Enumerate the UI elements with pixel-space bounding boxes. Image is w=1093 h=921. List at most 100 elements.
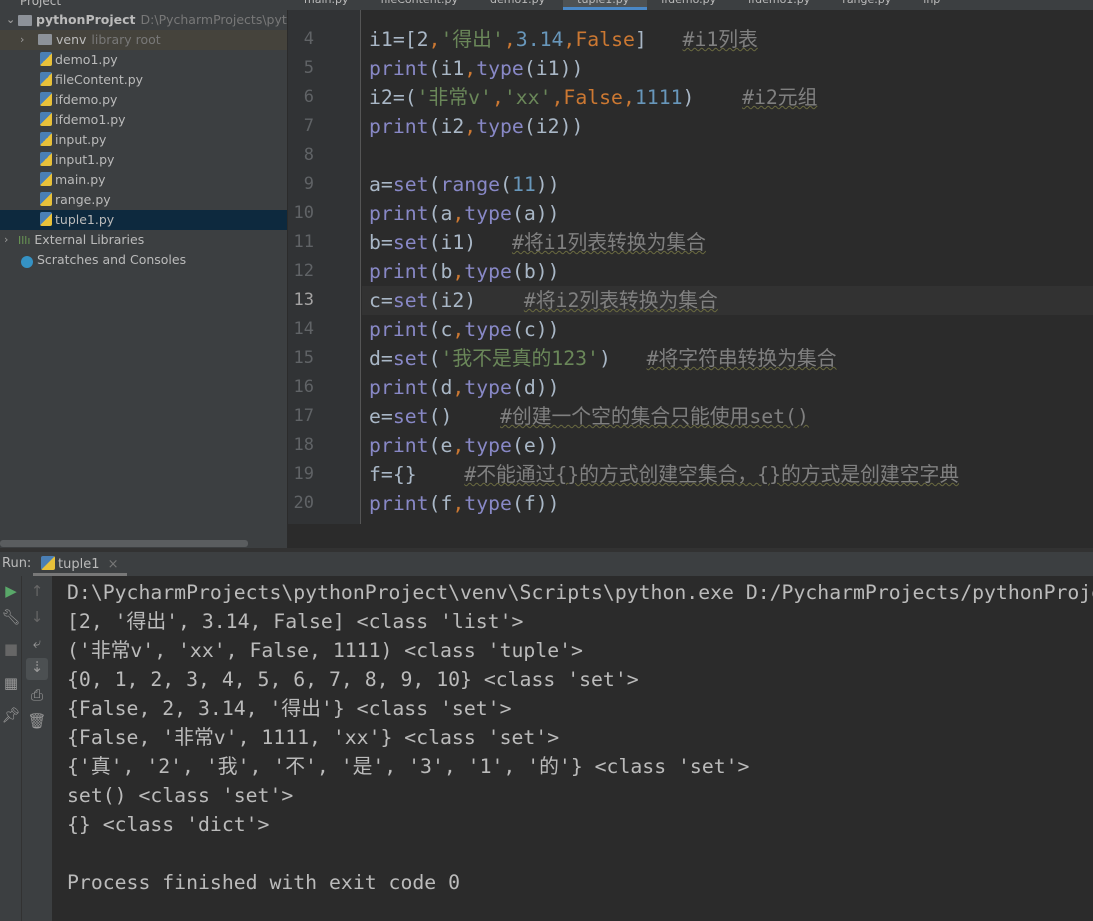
tab-tuple1-py[interactable]: tuple1.py <box>563 0 648 10</box>
tab-range-py[interactable]: range.py <box>828 0 909 10</box>
tree-item-external-libraries[interactable]: › Illı External Libraries <box>0 230 287 250</box>
layout-icon[interactable]: ▦ <box>0 674 22 692</box>
console-line: {} <class 'dict'> <box>67 813 270 836</box>
code-token: (f <box>428 492 453 515</box>
code-token: (i1)) <box>523 57 584 80</box>
code-token: type <box>464 376 512 399</box>
tree-item-file[interactable]: tuple1.py <box>0 210 287 230</box>
run-toolbar: ▶ 🔧︎ ■ ▦ 📌︎ <box>0 576 22 921</box>
project-panel-title[interactable]: Project <box>0 0 61 8</box>
file-name: ifdemo1.py <box>55 112 126 127</box>
line-number: 20 <box>293 493 314 513</box>
tree-item-file[interactable]: ifdemo1.py <box>0 110 287 130</box>
python-file-icon <box>40 192 52 206</box>
run-tab[interactable]: tuple1 × <box>33 552 127 576</box>
file-name: fileContent.py <box>55 72 144 87</box>
code-token: #将i2列表转换为集合 <box>523 289 718 312</box>
tab-demo1-py[interactable]: demo1.py <box>476 0 563 10</box>
code-token: , <box>452 318 465 341</box>
code-token: set <box>392 231 429 254</box>
chevron-right-icon[interactable]: › <box>4 230 8 250</box>
code-token: #创建一个空的集合只能使用set() <box>500 405 809 428</box>
python-file-icon <box>40 152 52 166</box>
soft-wrap-icon[interactable]: ⤶ <box>26 634 48 652</box>
tree-item-file[interactable]: range.py <box>0 190 287 210</box>
venv-note: library root <box>91 32 161 47</box>
tab-fileContent-py[interactable]: fileContent.py <box>366 0 476 10</box>
pin-icon[interactable]: 📌︎ <box>0 706 22 724</box>
print-icon[interactable]: ⎙ <box>26 686 48 704</box>
folder-icon <box>38 34 52 45</box>
tree-item-file[interactable]: main.py <box>0 170 287 190</box>
code-token: b= <box>369 231 393 254</box>
code-token: '非常v' <box>416 86 492 109</box>
tree-item-file[interactable]: demo1.py <box>0 50 287 70</box>
chevron-down-icon[interactable]: ⌄ <box>6 10 15 30</box>
arrow-up-icon[interactable]: ↑ <box>26 582 48 600</box>
code-token: (f)) <box>511 492 560 515</box>
line-number: 16 <box>293 377 314 397</box>
tab-inp[interactable]: inp <box>909 0 958 10</box>
run-panel-header: Run: tuple1 × <box>0 548 1093 576</box>
trash-icon[interactable]: 🗑︎ <box>26 712 48 730</box>
chevron-right-icon[interactable]: › <box>20 30 24 50</box>
tree-item-file[interactable]: input1.py <box>0 150 287 170</box>
horizontal-scrollbar[interactable] <box>0 540 248 547</box>
line-number: 18 <box>293 435 314 455</box>
code-token: , <box>464 57 477 80</box>
tab-label: demo1.py <box>490 0 545 6</box>
code-token: ( <box>500 173 512 196</box>
tree-item-scratches[interactable]: Scratches and Consoles <box>0 250 287 270</box>
python-file-icon <box>40 112 52 126</box>
code-token: print <box>369 202 429 225</box>
arrow-down-icon[interactable]: ↓ <box>26 608 48 626</box>
code-editor[interactable]: 4 5 6 7 8 9 10 11 12 13 14 15 16 17 18 19 20 i1=[2,'得出',… <box>288 10 1093 548</box>
code-token: type <box>464 434 512 457</box>
run-label: Run: <box>2 556 32 571</box>
python-file-icon <box>40 52 52 66</box>
code-line: i2=('非常v','xx',False,1111) #i2元组 <box>369 83 817 112</box>
console-line: {False, 2, 3.14, '得出'} <class 'set'> <box>67 697 512 720</box>
console-line: D:\PycharmProjects\pythonProject\venv\Sc… <box>67 581 1093 604</box>
tree-root[interactable]: ⌄ pythonProject D:\PycharmProjects\python <box>0 10 287 30</box>
file-list: demo1.py fileContent.py ifdemo.py ifdemo1.p… <box>0 50 287 230</box>
tab-main-py[interactable]: main.py <box>290 0 366 10</box>
code-token: (a)) <box>511 202 560 225</box>
stop-icon[interactable]: ■ <box>0 640 22 658</box>
code-line: print(a,type(a)) <box>369 199 560 228</box>
code-line: print(i2,type(i2)) <box>369 112 583 141</box>
root-name: pythonProject <box>36 12 136 27</box>
tab-ifdemo1-py[interactable]: ifdemo1.py <box>734 0 828 10</box>
tree-item-file[interactable]: input.py <box>0 130 287 150</box>
code-token: (i1) <box>428 231 512 254</box>
python-file-icon <box>40 72 52 86</box>
tree-item-file[interactable]: fileContent.py <box>0 70 287 90</box>
code-token: print <box>369 57 429 80</box>
code-token: ( <box>428 173 441 196</box>
code-token: type <box>464 202 512 225</box>
console-line: ('非常v', 'xx', False, 1111) <class 'tuple… <box>67 639 583 662</box>
scratches-icon <box>21 256 33 268</box>
tab-ifdemo-py[interactable]: ifdemo.py <box>647 0 734 10</box>
code-token: 3.14 <box>515 28 564 51</box>
run-tab-label: tuple1 <box>58 557 100 572</box>
python-file-icon <box>40 92 52 106</box>
rerun-icon[interactable]: ▶ <box>0 582 22 600</box>
file-name: main.py <box>55 172 106 187</box>
code-token: (e <box>428 434 453 457</box>
code-token: , <box>452 202 465 225</box>
close-icon[interactable]: × <box>108 557 119 572</box>
code-token: set <box>392 347 429 370</box>
code-token: () <box>428 405 501 428</box>
tab-label: inp <box>923 0 940 6</box>
code-token: , <box>452 492 465 515</box>
console-line: [2, '得出', 3.14, False] <class 'list'> <box>67 610 524 633</box>
scroll-to-end-icon[interactable]: ⇣ <box>26 658 48 680</box>
venv-name: venv <box>56 32 87 47</box>
code-token: c= <box>369 289 393 312</box>
tree-item-venv[interactable]: › venv library root <box>0 30 287 50</box>
tree-item-file[interactable]: ifdemo.py <box>0 90 287 110</box>
wrench-icon[interactable]: 🔧︎ <box>0 608 22 626</box>
console-output[interactable]: D:\PycharmProjects\pythonProject\venv\Sc… <box>52 576 1093 921</box>
code-token: #不能通过{}的方式创建空集合，{}的方式是创建空字典 <box>464 463 960 486</box>
